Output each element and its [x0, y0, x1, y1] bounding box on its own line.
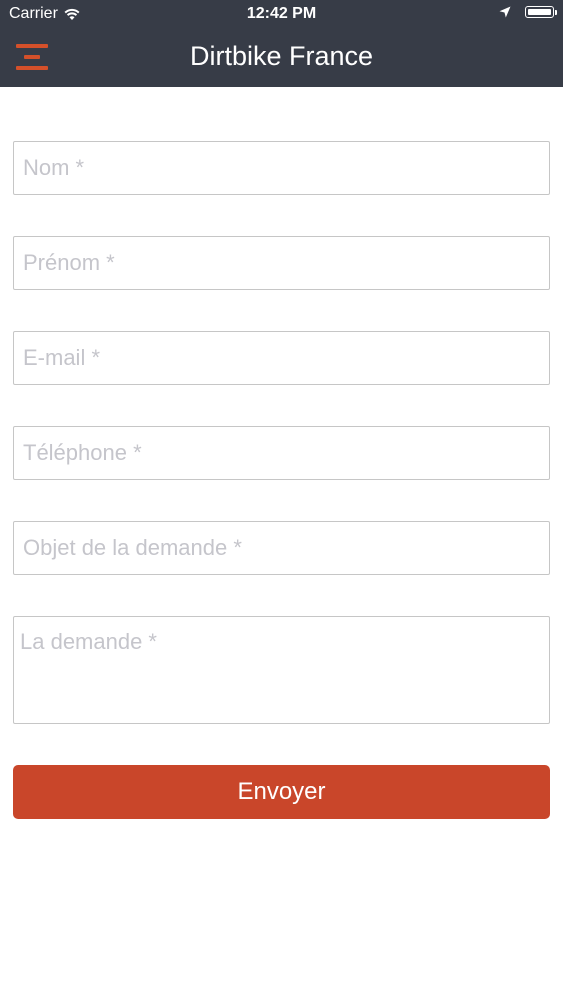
demande-textarea[interactable] [13, 616, 550, 724]
status-bar: Carrier 12:42 PM [0, 0, 563, 28]
app-header: Carrier 12:42 PM Dirtbike France [0, 0, 563, 87]
prenom-field[interactable] [13, 236, 550, 290]
page-title: Dirtbike France [189, 41, 374, 71]
status-time: 12:42 PM [246, 5, 317, 22]
battery-icon [525, 6, 557, 18]
telephone-field[interactable] [13, 426, 550, 480]
contact-form: Envoyer [13, 141, 550, 819]
envoyer-button[interactable]: Envoyer [13, 765, 550, 819]
email-field[interactable] [13, 331, 550, 385]
nom-field[interactable] [13, 141, 550, 195]
status-indicators [499, 6, 557, 18]
objet-field[interactable] [13, 521, 550, 575]
location-arrow-icon [499, 6, 511, 18]
